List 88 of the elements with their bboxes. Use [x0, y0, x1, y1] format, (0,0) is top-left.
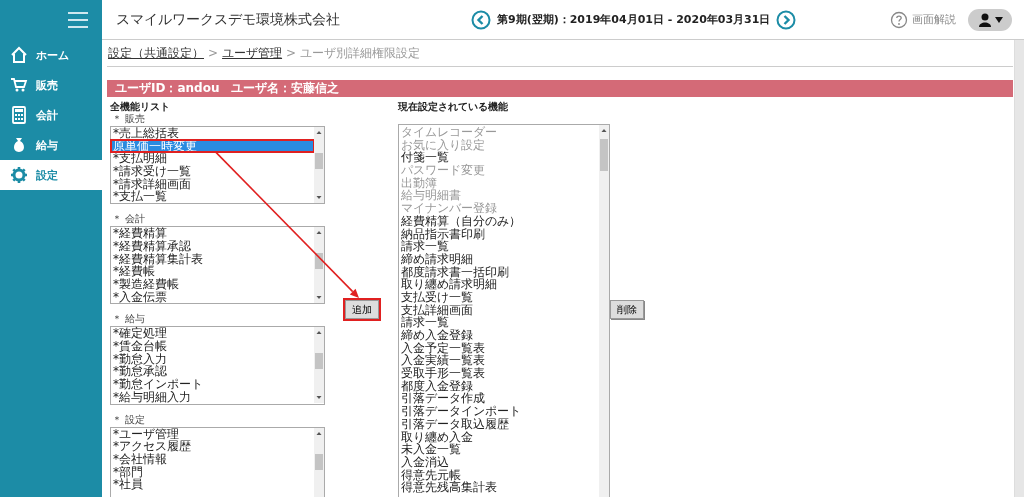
company-name: スマイルワークスデモ環境株式会社: [116, 10, 341, 29]
delete-button[interactable]: 削除: [610, 300, 644, 319]
scrollbar[interactable]: [314, 127, 324, 203]
list-item[interactable]: *勤怠インポート: [111, 378, 314, 391]
list-item[interactable]: *会社情報: [111, 452, 314, 466]
next-period-icon[interactable]: [776, 9, 797, 30]
breadcrumb-separator: >: [208, 46, 219, 60]
fiscal-period: 第9期(翌期)：2019年04月01日 - 2020年03月31日: [497, 12, 771, 27]
breadcrumb-current: ユーザ別詳細権限設定: [300, 44, 421, 62]
list-box[interactable]: *確定処理 *賃金台帳 *勤怠入力 *勤怠承認 *勤怠インポート *給与明細入力: [110, 326, 325, 405]
list-item[interactable]: 支払詳細画面: [399, 303, 599, 317]
list-item[interactable]: *経費精算集計表: [111, 252, 314, 266]
list-item[interactable]: *ユーザ管理: [111, 427, 314, 441]
cart-icon: [10, 76, 28, 94]
group-label: ＊ 給与: [111, 313, 147, 325]
list-box[interactable]: *ユーザ管理 *アクセス履歴 *会社情報 *部門 *社員: [110, 426, 325, 497]
list-box[interactable]: *経費精算 *経費精算承認 *経費精算集計表 *経費帳 *製造経費帳 *入金伝票: [110, 226, 325, 305]
list-item[interactable]: 入金消込: [399, 455, 599, 469]
list-item[interactable]: *給与明細入力: [111, 390, 314, 404]
list-item[interactable]: 請求一覧: [399, 316, 599, 329]
list-item[interactable]: *売上総括表: [111, 127, 314, 140]
user-info-bar: ユーザID：andou ユーザ名：安藤信之: [107, 80, 1013, 97]
user-menu-button[interactable]: [968, 8, 1012, 31]
nav-item[interactable]: ホーム: [0, 40, 102, 70]
list-item[interactable]: 入金実績一覧表: [399, 354, 599, 368]
scrollbar[interactable]: [314, 327, 324, 404]
list-item[interactable]: *支払一覧: [111, 190, 314, 204]
list-item[interactable]: *勤怠承認: [111, 365, 314, 379]
previous-period-icon[interactable]: [471, 9, 491, 30]
list-item[interactable]: 取り纏め入金: [399, 430, 599, 444]
nav-item[interactable]: 設定: [0, 160, 102, 190]
list-item[interactable]: 支払受け一覧: [399, 290, 599, 304]
list-box[interactable]: [398, 124, 610, 497]
scrollbar[interactable]: [314, 427, 324, 497]
list-item[interactable]: *アクセス履歴: [111, 440, 314, 453]
list-item[interactable]: *請求受け一覧: [111, 165, 314, 178]
list-item[interactable]: *請求詳細画面: [111, 177, 314, 191]
list-item[interactable]: 付箋一覧: [399, 151, 599, 165]
list-item[interactable]: 締め請求明細: [399, 252, 599, 266]
menu-icon[interactable]: [68, 12, 88, 28]
list-item[interactable]: 得意先残高集計表: [399, 481, 599, 494]
list-item[interactable]: *経費精算承認: [111, 239, 314, 253]
home-icon: [10, 46, 28, 64]
list-item[interactable]: *社員: [111, 478, 314, 491]
list-item[interactable]: *勤怠入力: [111, 352, 314, 366]
list-item[interactable]: 都度請求書一括印刷: [399, 265, 599, 279]
list-item[interactable]: 受取手形一覧表: [399, 367, 599, 380]
nav-item[interactable]: 会計: [0, 100, 102, 130]
scrollbar[interactable]: [314, 227, 324, 304]
list-item[interactable]: *製造経費帳: [111, 277, 314, 291]
list-item[interactable]: 入金予定一覧表: [399, 341, 599, 355]
nav-item[interactable]: 販売: [0, 70, 102, 100]
breadcrumb-separator: >: [286, 46, 297, 60]
list-item[interactable]: 引落データ作成: [399, 392, 599, 406]
person-icon: [977, 12, 992, 27]
scrollbar[interactable]: [599, 125, 609, 497]
list-item[interactable]: 引落データ取込履歴: [399, 417, 599, 431]
list-item[interactable]: 取り纏め請求明細: [399, 278, 599, 291]
list-item[interactable]: *賃金台帳: [111, 340, 314, 353]
group-label: ＊ 会計: [111, 213, 147, 225]
caret-icon: [994, 16, 1003, 23]
breadcrumb-link[interactable]: 設定（共通設定）: [108, 44, 204, 62]
list-item[interactable]: *経費精算: [111, 227, 314, 240]
help-icon[interactable]: [890, 10, 908, 29]
group-label: ＊ 設定: [111, 413, 147, 425]
list-item[interactable]: *支払明細: [111, 152, 314, 166]
list-item[interactable]: *確定処理: [111, 327, 314, 341]
list-item[interactable]: 得意先元帳: [399, 468, 599, 482]
add-button[interactable]: 追加: [345, 300, 379, 319]
list-item[interactable]: *入金伝票: [111, 290, 314, 304]
nav-item[interactable]: 給与: [0, 130, 102, 160]
list-title: 全機能リスト: [110, 101, 171, 113]
scrollbar[interactable]: [1014, 40, 1024, 497]
list-item[interactable]: 経費精算（自分のみ）: [399, 214, 599, 228]
list-title: 現在設定されている機能: [398, 101, 509, 113]
list-item[interactable]: 引落データインポート: [399, 405, 599, 418]
calculator-icon: [10, 106, 28, 124]
list-item[interactable]: *経費帳: [111, 265, 314, 278]
group-label: ＊ 販売: [111, 113, 147, 124]
breadcrumb-link[interactable]: ユーザ管理: [222, 44, 283, 62]
gear-icon: [10, 166, 28, 184]
list-item[interactable]: 締め入金登録: [399, 329, 599, 342]
list-item[interactable]: 都度入金登録: [399, 379, 599, 393]
list-item[interactable]: 請求一覧: [399, 240, 599, 253]
list-item[interactable]: *部門: [111, 465, 314, 479]
help-link[interactable]: 画面解説: [912, 12, 956, 27]
list-item[interactable]: 未入金一覧: [399, 443, 599, 456]
list-item[interactable]: 納品指示書印刷: [399, 227, 599, 241]
